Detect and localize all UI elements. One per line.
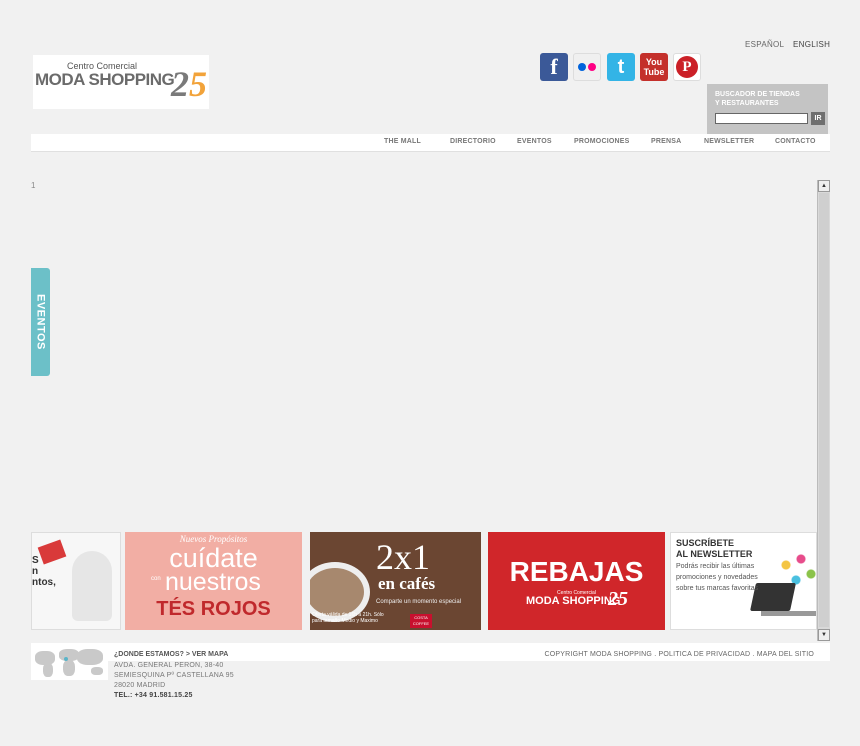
lang-espanol-link[interactable]: ESPAÑOL [745, 40, 784, 49]
banner-cafe-headline: 2x1 [376, 537, 430, 577]
location-marker-icon [64, 657, 68, 661]
banner-cafe-tagline: Comparte un momento especial [376, 599, 462, 605]
nav-contacto[interactable]: CONTACTO [775, 138, 816, 145]
eventos-tab-label: EVENTOS [34, 294, 47, 350]
store-search-title: BUSCADOR DE TIENDAS Y RESTAURANTES [715, 91, 800, 107]
banner-cafe-subhead: en cafés [378, 574, 436, 593]
ver-mapa-link[interactable]: ¿DONDE ESTAMOS? > VER MAPA [114, 651, 228, 658]
nav-prensa[interactable]: PRENSA [651, 138, 681, 145]
banner-partial-text: S n ntos, [32, 555, 56, 588]
world-map-icon[interactable] [31, 643, 108, 680]
footer-copyright-links[interactable]: COPYRIGHT MODA SHOPPING . POLITICA DE PR… [545, 651, 814, 658]
banner-tes-nuestros: nuestros [165, 568, 261, 596]
banner-rebajas[interactable]: REBAJAS Centro Comercial MODA SHOPPING 2… [488, 532, 665, 630]
scroll-down-arrow-icon[interactable]: ▼ [818, 629, 830, 641]
banner-rebajas-number: 25 [608, 588, 628, 610]
facebook-icon[interactable]: f [540, 53, 568, 81]
eventos-side-tab[interactable]: EVENTOS [31, 268, 50, 376]
nav-newsletter[interactable]: NEWSLETTER [704, 138, 754, 145]
nav-eventos[interactable]: EVENTOS [517, 138, 552, 145]
nav-promociones[interactable]: PROMOCIONES [574, 138, 629, 145]
site-logo[interactable]: Centro Comercial MODA SHOPPING 25 [33, 55, 209, 109]
footer-phone: TEL.: +34 91.581.15.25 [114, 692, 193, 699]
store-search-box: BUSCADOR DE TIENDAS Y RESTAURANTES IR [707, 84, 828, 134]
scroll-up-arrow-icon[interactable]: ▲ [818, 180, 830, 192]
flickr-icon[interactable] [573, 53, 601, 81]
main-nav: THE MALL DIRECTORIO EVENTOS PROMOCIONES … [31, 134, 830, 152]
banner-rebajas-brand: MODA SHOPPING [526, 595, 621, 607]
nav-directorio[interactable]: DIRECTORIO [450, 138, 496, 145]
banner-newsletter-headline: SUSCRÍBETE AL NEWSLETTER [676, 538, 753, 559]
footer-address: AVDA. GENERAL PERON, 38-40 SEMIESQUINA P… [114, 662, 234, 699]
logo-anniversary: 25 [171, 64, 207, 104]
lang-english-link[interactable]: ENGLISH [793, 40, 830, 49]
scroll-thumb[interactable] [819, 193, 829, 627]
youtube-icon[interactable]: You Tube [640, 53, 668, 81]
nav-the-mall[interactable]: THE MALL [384, 138, 421, 145]
figure-image [72, 551, 112, 621]
banner-2x1-cafes[interactable]: 2x1 en cafés Comparte un momento especia… [310, 532, 481, 630]
store-search-input[interactable] [715, 113, 808, 124]
banner-newsletter-body: Podrás recibir las últimas promociones y… [676, 563, 759, 592]
page-number: 1 [31, 181, 36, 190]
banner-cafe-terms: Oferta válida de 16h a 21h. Sólo para ta… [312, 612, 384, 624]
logo-brand: MODA SHOPPING [35, 70, 175, 89]
banner-tes-product: TÉS ROJOS [156, 598, 271, 620]
footer-bar: ¿DONDE ESTAMOS? > VER MAPA COPYRIGHT MOD… [31, 643, 830, 661]
banner-rebajas-headline: REBAJAS [509, 556, 644, 587]
content-scrollbar[interactable]: ▲ ▼ [817, 180, 830, 641]
twitter-icon[interactable]: t [607, 53, 635, 81]
banner-newsletter-partial[interactable]: S n ntos, [31, 532, 121, 630]
costa-coffee-logo: COSTA COFFEE [410, 614, 432, 628]
banner-tes-con: con [151, 576, 161, 582]
store-search-button[interactable]: IR [811, 112, 825, 125]
pinterest-icon[interactable]: P [673, 53, 701, 81]
banner-suscribete-newsletter[interactable]: SUSCRÍBETE AL NEWSLETTER Podrás recibir … [670, 532, 817, 630]
banner-tes-rojos[interactable]: Nuevos Propósitos cuídate con nuestros T… [125, 532, 302, 630]
